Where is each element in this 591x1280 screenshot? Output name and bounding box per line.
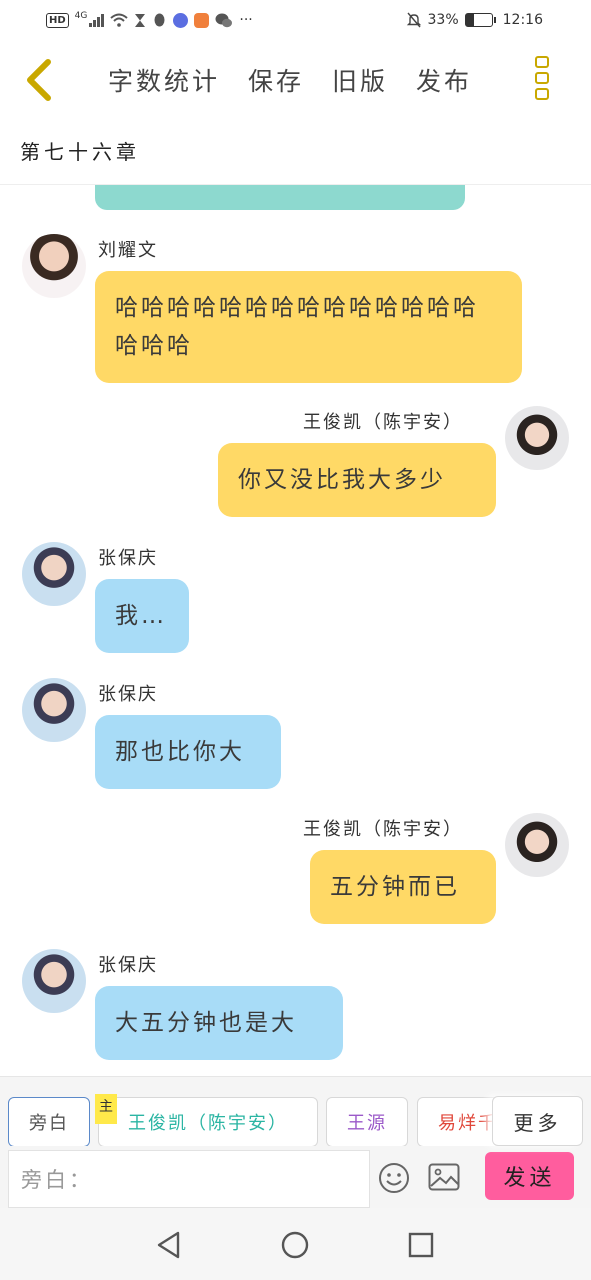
publish-button[interactable]: 发布 [416,62,472,98]
status-bar: HD 4G ··· 33% 12:16 [0,0,591,44]
character-narrator[interactable]: 旁白 [8,1097,90,1147]
status-left: HD 4G ··· [46,11,253,28]
message-bubble[interactable]: 大五分钟也是大 [95,986,343,1060]
network-type: 4G [74,11,88,21]
old-version-button[interactable]: 旧版 [332,62,388,98]
wechat-icon [215,13,233,27]
image-icon[interactable] [428,1163,460,1191]
character-label: 旁白 [29,1113,69,1134]
message-input[interactable]: 旁白： [8,1150,370,1208]
signal-icon [89,13,105,27]
chat-area[interactable]: 刘耀文 哈哈哈哈哈哈哈哈哈哈哈哈哈哈哈哈哈 王俊凯（陈宇安） 你又没比我大多少 … [0,185,591,1076]
avatar[interactable] [22,678,86,742]
message-bubble[interactable]: 你又没比我大多少 [218,443,496,517]
avatar[interactable] [505,813,569,877]
character-label: 王源 [347,1113,387,1134]
hourglass-icon [135,13,146,27]
character-wang-junkai[interactable]: 王俊凯（陈宇安） [98,1097,318,1147]
sender-name: 王俊凯（陈宇安） [303,819,463,840]
message-bubble[interactable]: 那也比你大 [95,715,281,789]
back-button[interactable] [20,56,60,104]
avatar[interactable] [22,542,86,606]
send-button[interactable]: 发送 [485,1152,574,1200]
input-row: 旁白： 发送 [0,1146,591,1208]
home-circle-icon[interactable] [280,1230,310,1260]
smiley-icon[interactable] [378,1162,410,1194]
status-right: 33% 12:16 [406,12,543,28]
battery-icon [464,13,496,27]
more-vertical-icon[interactable] [535,56,553,106]
wifi-icon [110,13,129,27]
system-nav-bar [0,1208,591,1280]
more-notifications: ··· [239,12,253,28]
avatar[interactable] [22,949,86,1013]
music-app-icon [173,12,189,28]
battery-percent: 33% [427,12,459,28]
message-bubble[interactable]: 五分钟而已 [310,850,496,924]
word-count-button[interactable]: 字数统计 [108,62,220,98]
sender-name: 王俊凯（陈宇安） [303,412,463,433]
bell-muted-icon [406,12,421,28]
avatar[interactable] [505,406,569,470]
nav-actions: 字数统计 保存 旧版 发布 [108,62,500,98]
main-character-tag: 主 [95,1094,117,1124]
back-triangle-icon[interactable] [154,1230,184,1260]
sender-name: 张保庆 [98,548,158,569]
top-nav: 字数统计 保存 旧版 发布 [0,44,591,120]
hd-badge: HD [46,12,69,28]
character-wang-yuan[interactable]: 王源 [326,1097,408,1147]
message-bubble[interactable]: 我… [95,579,189,653]
chevron-left-icon [27,59,51,101]
message-bubble[interactable]: 哈哈哈哈哈哈哈哈哈哈哈哈哈哈哈哈哈 [95,271,522,383]
save-button[interactable]: 保存 [248,62,304,98]
qq-icon [154,13,165,26]
recents-square-icon[interactable] [406,1230,436,1260]
chapter-title: 第七十六章 [20,140,140,164]
sender-name: 张保庆 [98,684,158,705]
video-app-icon [194,12,210,28]
clock: 12:16 [502,12,543,28]
sender-name: 刘耀文 [98,240,158,261]
message-bubble-partial[interactable] [95,185,465,210]
sender-name: 张保庆 [98,955,158,976]
more-characters-button[interactable]: 更多 [492,1096,583,1146]
character-label: 王俊凯（陈宇安） [128,1113,288,1134]
avatar[interactable] [22,234,86,298]
